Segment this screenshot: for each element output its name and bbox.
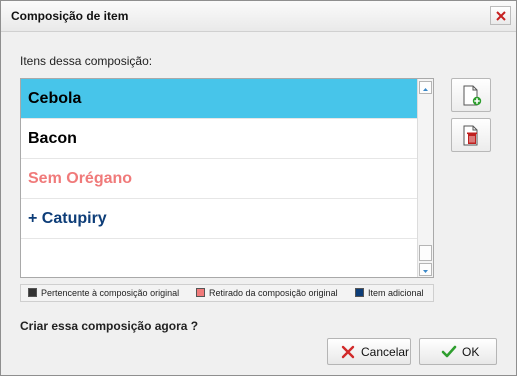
dialog-title: Composição de item [11,9,129,23]
legend-entry-original: Pertencente à composição original [28,288,179,299]
cancel-button[interactable]: Cancelar [327,338,411,365]
red-x-icon [341,345,355,359]
legend-entry-added: Item adicional [355,288,424,299]
scroll-down-button[interactable] [419,263,432,276]
composition-dialog: Composição de item Itens dessa composiçã… [0,0,517,376]
scroll-thumb[interactable] [419,245,432,261]
scroll-up-button[interactable] [419,81,432,94]
list-scrollbar[interactable] [417,79,433,277]
delete-document-icon [463,125,478,146]
close-icon [496,11,506,21]
add-item-button[interactable] [451,78,491,112]
list-item-label: Sem Orégano [28,170,133,187]
remove-item-button[interactable] [451,118,491,152]
empty-list-row [21,239,417,277]
legend-label: Retirado da composição original [209,288,338,298]
confirm-question: Criar essa composição agora ? [20,319,199,333]
list-item[interactable]: Cebola [21,79,417,119]
scroll-up-icon [423,88,428,91]
list-item-label: Bacon [28,130,77,147]
list-item[interactable]: Sem Orégano [21,159,417,199]
list-item[interactable]: Bacon [21,119,417,159]
legend-swatch [355,288,364,297]
ok-button[interactable]: OK [419,338,497,365]
legend-swatch [28,288,37,297]
list-caption: Itens dessa composição: [20,54,153,68]
legend-swatch [196,288,205,297]
ok-label: OK [462,345,480,359]
scroll-down-icon [423,270,428,273]
cancel-label: Cancelar [361,345,410,359]
list-item[interactable]: + Catupiry [21,199,417,239]
add-document-icon [463,85,482,106]
legend-label: Pertencente à composição original [41,288,180,298]
title-bar: Composição de item [1,1,516,32]
green-check-icon [441,345,457,358]
legend-entry-removed: Retirado da composição original [196,288,338,299]
list-item-label: + Catupiry [28,210,107,227]
close-button[interactable] [490,6,511,25]
list-item-label: Cebola [28,90,82,107]
composition-list[interactable]: Cebola Bacon Sem Orégano + Catupiry [20,78,434,278]
color-legend: Pertencente à composição original Retira… [20,284,434,302]
legend-label: Item adicional [368,288,424,298]
